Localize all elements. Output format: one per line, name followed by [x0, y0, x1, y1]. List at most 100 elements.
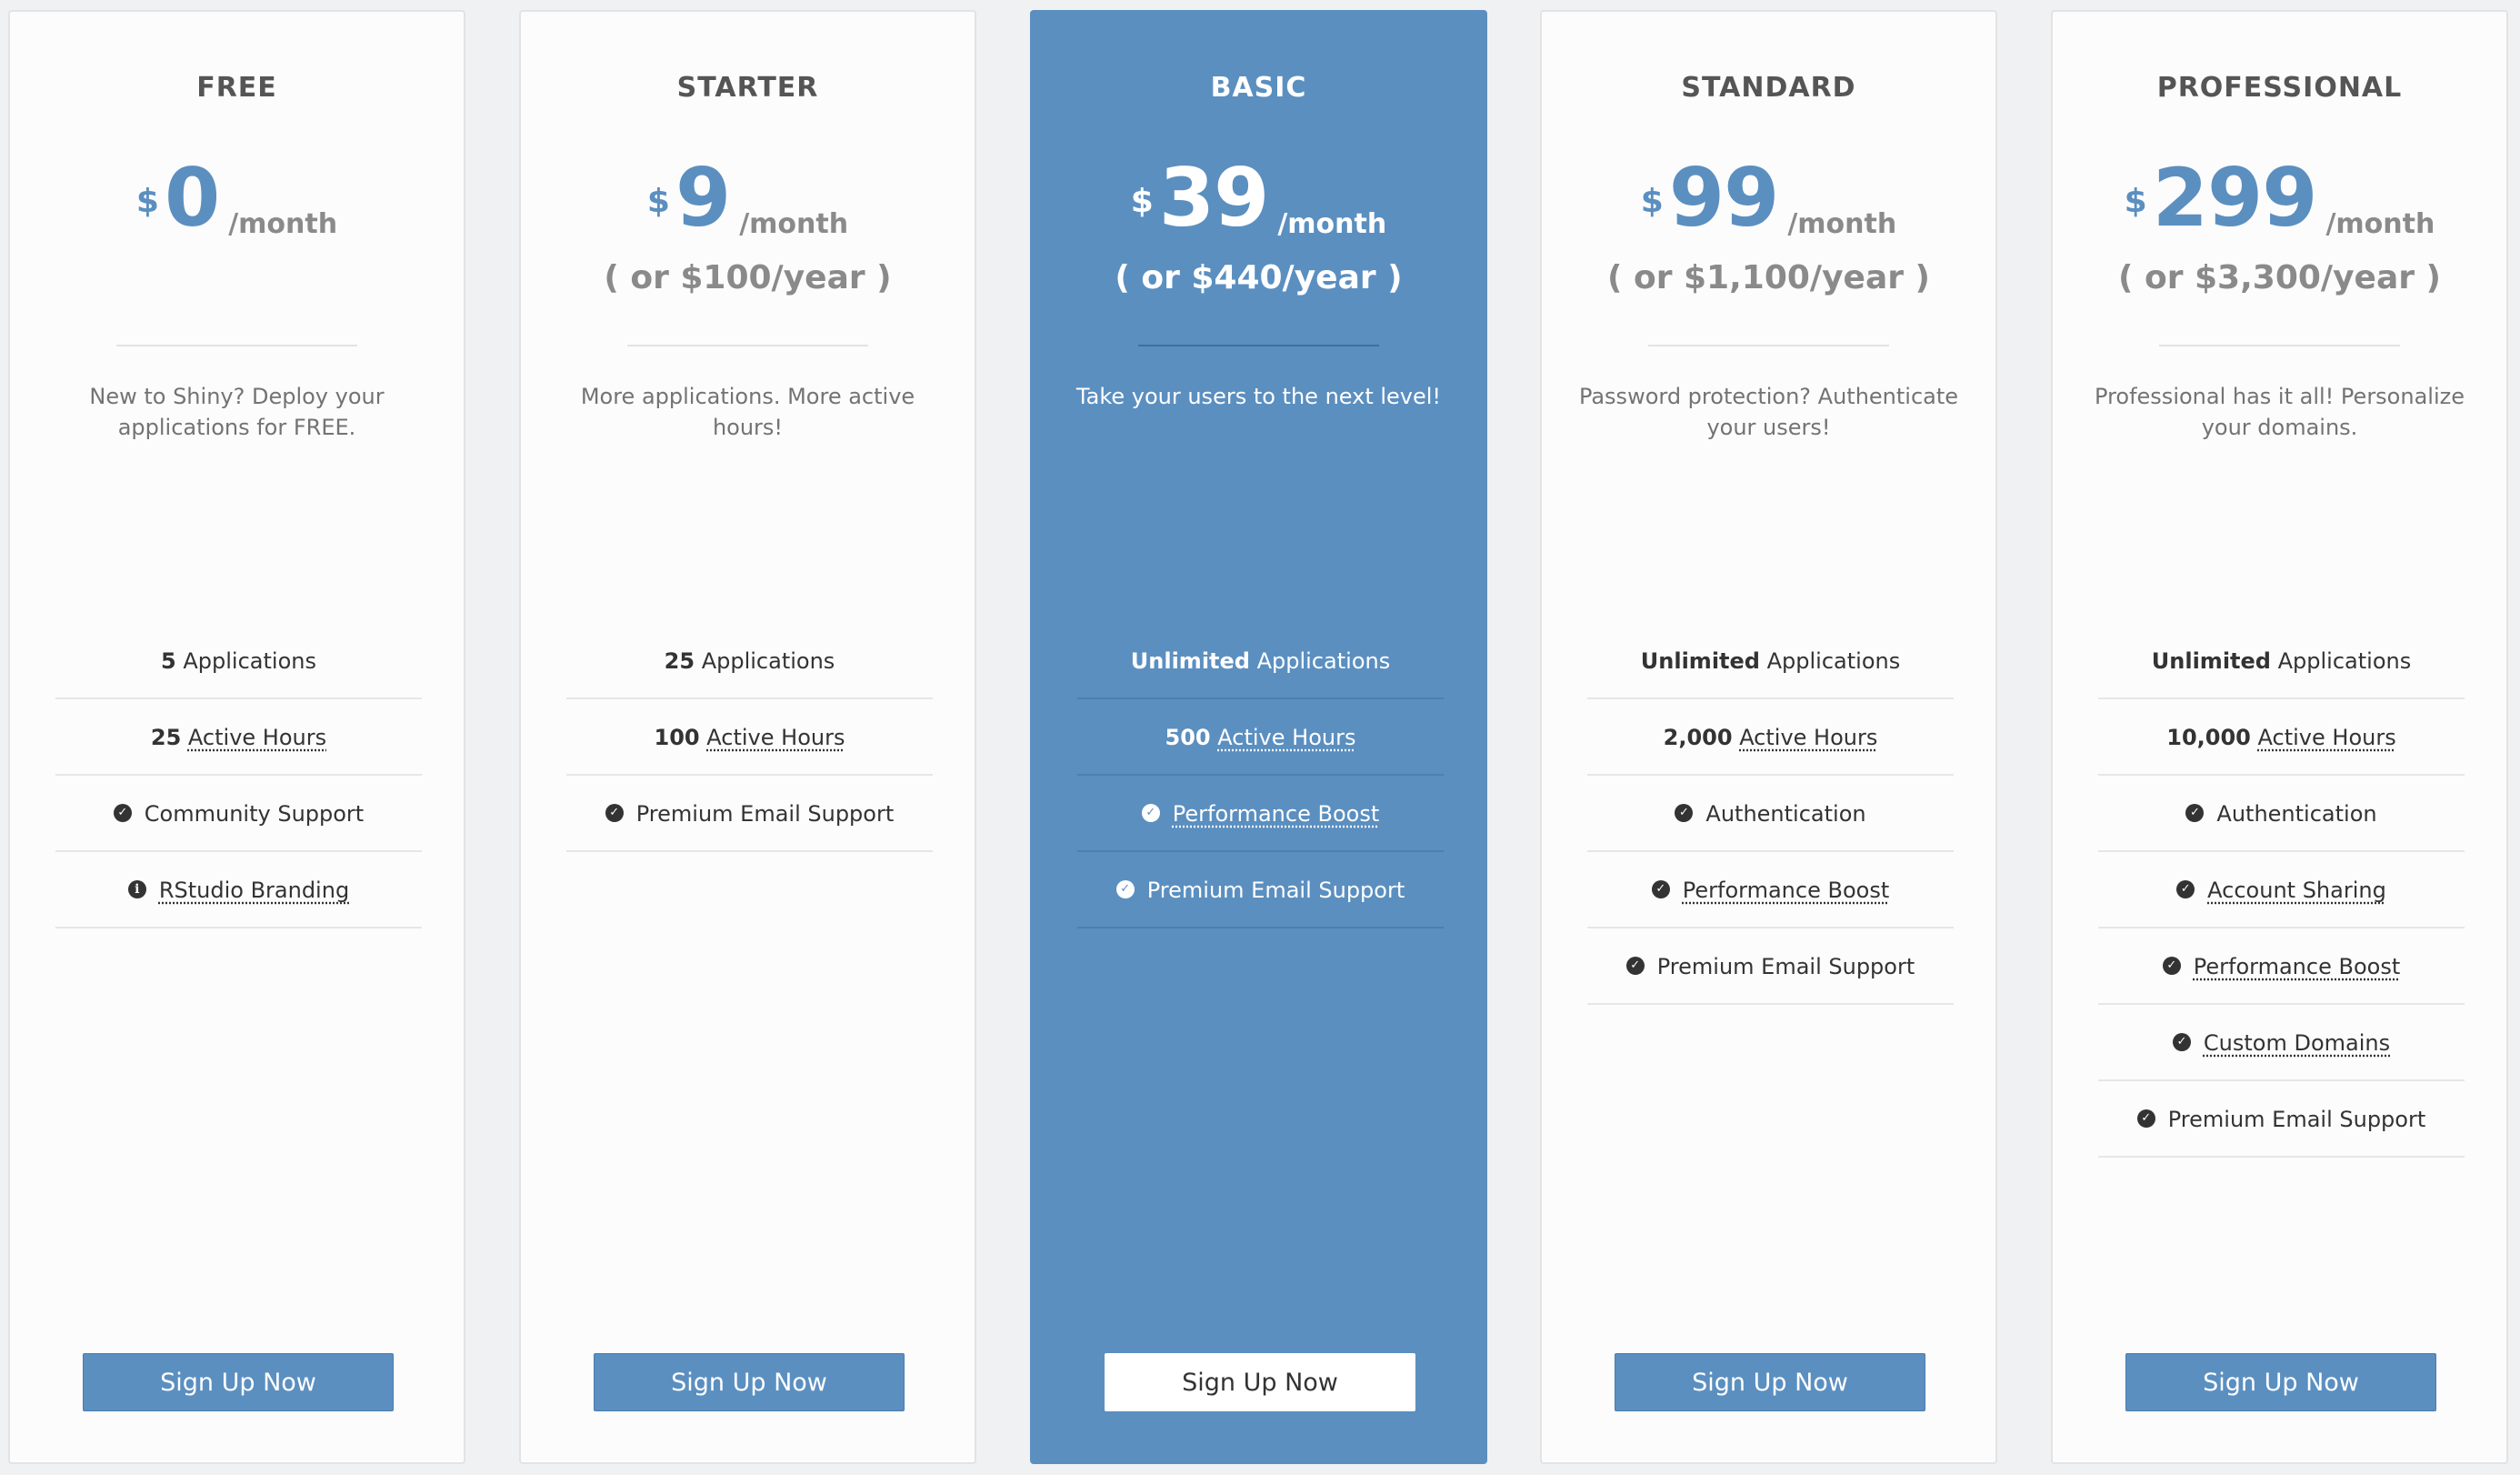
feature-item: 2,000 Active Hours: [1587, 699, 1954, 776]
feature-item: 25 Active Hours: [55, 699, 422, 776]
price-period: /month: [2325, 208, 2435, 240]
feature-list: 25 Applications 100 Active Hours ✓ Premiu…: [566, 623, 933, 852]
feature-label[interactable]: Active Hours: [2258, 725, 2396, 750]
currency-symbol: $: [2124, 183, 2147, 220]
plan-description: More applications. More active hours!: [580, 384, 915, 440]
feature-item: ✓ Performance Boost: [2098, 928, 2465, 1005]
price-amount: 0: [164, 151, 220, 245]
feature-item: 5 Applications: [55, 623, 422, 699]
plan-name: STARTER: [676, 72, 819, 104]
feature-label[interactable]: Performance Boost: [1173, 801, 1379, 827]
currency-symbol: $: [135, 183, 159, 220]
plan-name: STANDARD: [1681, 72, 1856, 104]
feature-value: 25: [150, 725, 182, 750]
feature-value: 2,000: [1663, 725, 1733, 750]
price-amount: 99: [1668, 151, 1779, 245]
feature-label: Premium Email Support: [635, 801, 895, 827]
feature-value: Unlimited: [1640, 648, 1760, 674]
yearly-price: ( or $1,100/year ): [1607, 259, 1930, 296]
feature-item: ✓ Authentication: [1587, 776, 1954, 852]
check-circle-icon: ✓: [1625, 957, 1645, 975]
check-circle-icon: ✓: [1141, 804, 1160, 822]
feature-value: 100: [654, 725, 700, 750]
plan-description: Professional has it all! Personalize you…: [2095, 384, 2465, 440]
feature-item: Unlimited Applications: [2098, 623, 2465, 699]
check-circle-icon: ✓: [113, 804, 132, 822]
feature-label[interactable]: Performance Boost: [1683, 878, 1889, 903]
feature-list: 5 Applications 25 Active Hours ✓ Communit…: [55, 623, 422, 928]
check-circle-icon: ✓: [2162, 957, 2181, 975]
price: $0/month: [10, 148, 464, 248]
feature-value: 5: [161, 648, 176, 674]
price: $99/month: [1542, 148, 1995, 248]
feature-label[interactable]: Active Hours: [1217, 725, 1355, 750]
feature-label[interactable]: Active Hours: [1739, 725, 1877, 750]
feature-item: i RStudio Branding: [55, 852, 422, 928]
feature-label[interactable]: RStudio Branding: [159, 878, 349, 903]
check-circle-icon: ✓: [1675, 804, 1694, 822]
yearly-price: ( or $3,300/year ): [2118, 259, 2441, 296]
feature-item: ✓ Community Support: [55, 776, 422, 852]
feature-label: Authentication: [1705, 801, 1866, 827]
plan-name: FREE: [196, 72, 277, 104]
yearly-price: ( or $440/year ): [1115, 259, 1403, 296]
divider: [2159, 345, 2400, 346]
divider: [627, 345, 868, 346]
feature-value: Unlimited: [1130, 648, 1250, 674]
plan-name: BASIC: [1210, 72, 1307, 104]
sign-up-button[interactable]: Sign Up Now: [1105, 1353, 1415, 1411]
price-period: /month: [1277, 208, 1387, 240]
plan-card-free: FREE $0/month New to Shiny? Deploy your …: [8, 10, 465, 1464]
price: $39/month: [1032, 148, 1485, 248]
feature-item: ✓ Performance Boost: [1077, 776, 1444, 852]
feature-label[interactable]: Active Hours: [188, 725, 326, 750]
plan-description: Password protection? Authenticate your u…: [1578, 384, 1959, 440]
feature-value: 10,000: [2166, 725, 2251, 750]
check-circle-icon: ✓: [605, 804, 624, 822]
feature-label: Community Support: [144, 801, 365, 827]
plan-description: New to Shiny? Deploy your applications f…: [89, 384, 385, 440]
check-circle-icon: ✓: [1115, 880, 1135, 898]
check-circle-icon: ✓: [2136, 1109, 2155, 1128]
feature-item: ✓ Premium Email Support: [1587, 928, 1954, 1005]
currency-symbol: $: [646, 183, 670, 220]
feature-item: ✓ Performance Boost: [1587, 852, 1954, 928]
divider: [1138, 345, 1379, 346]
currency-symbol: $: [1640, 183, 1664, 220]
sign-up-button[interactable]: Sign Up Now: [2125, 1353, 2436, 1411]
price: $9/month: [521, 148, 975, 248]
feature-value: Unlimited: [2151, 648, 2271, 674]
feature-label[interactable]: Custom Domains: [2204, 1030, 2390, 1056]
plan-card-standard: STANDARD $99/month ( or $1,100/year ) Pa…: [1540, 10, 1997, 1464]
currency-symbol: $: [1130, 183, 1154, 220]
feature-item: ✓ Authentication: [2098, 776, 2465, 852]
yearly-price: ( or $100/year ): [604, 259, 892, 296]
price: $299/month: [2053, 148, 2506, 248]
feature-list: Unlimited Applications 2,000 Active Hour…: [1587, 623, 1954, 1005]
feature-item: ✓ Premium Email Support: [1077, 852, 1444, 928]
feature-item: Unlimited Applications: [1077, 623, 1444, 699]
price-period: /month: [228, 208, 338, 240]
feature-value: 25: [664, 648, 695, 674]
feature-item: 100 Active Hours: [566, 699, 933, 776]
sign-up-button[interactable]: Sign Up Now: [594, 1353, 905, 1411]
pricing-plans: FREE $0/month New to Shiny? Deploy your …: [0, 0, 2520, 1475]
plan-description: Take your users to the next level!: [1075, 384, 1442, 409]
plan-card-professional: PROFESSIONAL $299/month ( or $3,300/year…: [2051, 10, 2508, 1464]
divider: [1648, 345, 1889, 346]
feature-label[interactable]: Account Sharing: [2207, 878, 2386, 903]
feature-list: Unlimited Applications 10,000 Active Hou…: [2098, 623, 2465, 1158]
feature-label[interactable]: Performance Boost: [2194, 954, 2400, 979]
divider: [116, 345, 357, 346]
feature-label: Applications: [2270, 648, 2412, 674]
sign-up-button[interactable]: Sign Up Now: [1615, 1353, 1925, 1411]
feature-value: 500: [1165, 725, 1211, 750]
feature-item: 25 Applications: [566, 623, 933, 699]
feature-label: Premium Email Support: [2167, 1107, 2426, 1132]
plan-card-basic: BASIC $39/month ( or $440/year ) Take yo…: [1030, 10, 1487, 1464]
price-amount: 9: [675, 151, 731, 245]
price-period: /month: [739, 208, 849, 240]
feature-label[interactable]: Active Hours: [706, 725, 845, 750]
sign-up-button[interactable]: Sign Up Now: [83, 1353, 394, 1411]
check-circle-icon: ✓: [2185, 804, 2205, 822]
